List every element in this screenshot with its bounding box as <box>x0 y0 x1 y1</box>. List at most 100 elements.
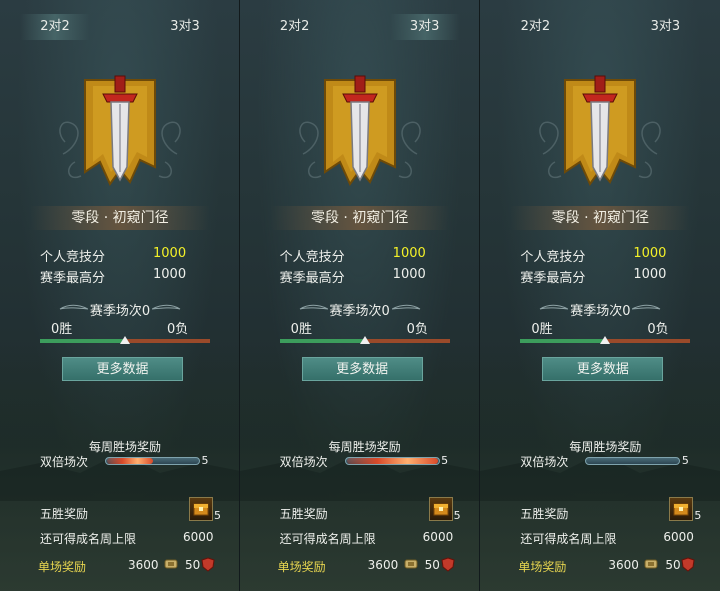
shield-icon <box>441 557 455 572</box>
background-scenery <box>239 351 480 591</box>
double-count-badge: 5 <box>196 453 214 469</box>
personal-score-label: 个人竞技分 <box>40 250 106 265</box>
loss-bar-segment <box>364 339 450 343</box>
tab-2v2[interactable]: 2对2 <box>260 14 330 40</box>
ornament-right-icon <box>152 304 181 310</box>
win-bar-segment <box>40 339 125 343</box>
chest-glyph-icon <box>193 503 209 516</box>
chest-count: 5 <box>453 509 461 522</box>
coin-icon <box>644 559 658 569</box>
weekly-fame-cap-value: 6000 <box>422 530 454 544</box>
win-bar-segment <box>279 339 365 343</box>
more-data-button[interactable]: 更多数据 <box>301 357 423 381</box>
reward-chest-icon[interactable]: 5 <box>428 497 461 522</box>
personal-score-value: 1000 <box>392 246 426 261</box>
single-match-reward-label: 单场奖励 <box>518 560 567 574</box>
weekly-fame-cap-value: 6000 <box>663 530 694 544</box>
personal-score-row: 个人竞技分 1000 <box>40 246 200 266</box>
season-high-label: 赛季最高分 <box>40 271 106 286</box>
personal-score-label: 个人竞技分 <box>520 250 586 265</box>
single-reward-shield-value: 50 <box>424 558 440 572</box>
tab-3v3[interactable]: 3对3 <box>630 14 700 40</box>
double-matches-bar: 5 <box>585 453 695 469</box>
coin-icon <box>164 559 178 569</box>
loss-bar-segment <box>125 339 210 343</box>
season-match-count: 赛季场次0 <box>570 304 631 319</box>
rank-emblem-icon <box>298 75 421 186</box>
ornament-right-icon <box>632 304 661 310</box>
single-reward-shield-value: 50 <box>185 558 201 572</box>
chest-count: 5 <box>694 509 702 522</box>
win-count: 0胜 <box>51 322 73 337</box>
background-scenery <box>0 351 239 591</box>
win-count: 0胜 <box>531 322 553 337</box>
double-matches-label: 双倍场次 <box>520 455 569 469</box>
ornament-right-icon <box>391 304 420 310</box>
shield-icon <box>681 557 695 572</box>
weekly-fame-cap-label: 还可得成名周上限 <box>40 532 137 546</box>
double-matches-bar: 5 <box>344 453 455 469</box>
personal-score-row: 个人竞技分 1000 <box>520 246 680 266</box>
double-count-badge: 5 <box>676 453 694 469</box>
double-matches-bar: 5 <box>105 453 215 469</box>
win-loss-bar <box>520 336 691 344</box>
double-matches-label: 双倍场次 <box>279 455 328 469</box>
single-reward-coin-value: 3600 <box>128 558 159 572</box>
tab-3v3[interactable]: 3对3 <box>389 14 460 40</box>
weekly-fame-cap-label: 还可得成名周上限 <box>520 532 617 546</box>
five-win-reward-label: 五胜奖励 <box>279 507 328 521</box>
coin-icon <box>404 559 418 569</box>
double-bar-track <box>585 457 681 465</box>
loss-count: 0负 <box>167 322 189 337</box>
tab-2v2[interactable]: 2对2 <box>500 14 570 40</box>
tab-3v3[interactable]: 3对3 <box>150 14 220 40</box>
chest-glyph-icon <box>673 503 689 516</box>
season-high-label: 赛季最高分 <box>279 271 345 286</box>
season-high-value: 1000 <box>392 267 426 282</box>
weekly-fame-cap-label: 还可得成名周上限 <box>279 532 376 546</box>
personal-score-label: 个人竞技分 <box>279 250 345 265</box>
five-win-reward-label: 五胜奖励 <box>40 507 89 521</box>
loss-count: 0负 <box>406 322 428 337</box>
season-high-row: 赛季最高分 1000 <box>520 267 680 287</box>
more-data-button[interactable]: 更多数据 <box>62 357 183 381</box>
season-high-label: 赛季最高分 <box>520 271 586 286</box>
reward-chest-icon[interactable]: 5 <box>669 497 701 522</box>
arena-panel: 2对2 3对3 零段 · 初窥门径 个人竞技分 1000 赛季最高分 1000 … <box>239 0 481 591</box>
rank-name: 零段 · 初窥门径 <box>269 206 450 230</box>
shield-icon <box>201 557 215 572</box>
win-count: 0胜 <box>290 322 312 337</box>
win-bar-segment <box>520 339 606 343</box>
win-loss-bar <box>279 336 450 344</box>
single-reward-shield-value: 50 <box>665 558 681 572</box>
season-match-count: 赛季场次0 <box>329 304 390 319</box>
arena-stage: 2对2 3对3 零段 · 初窥门径 个人竞技分 1000 赛季最高分 1000 … <box>0 0 720 591</box>
win-loss-marker-icon <box>120 336 130 344</box>
double-bar-fill <box>346 458 438 464</box>
more-data-button[interactable]: 更多数据 <box>542 357 664 381</box>
background-scenery <box>480 351 720 591</box>
personal-score-value: 1000 <box>633 246 667 261</box>
arena-panel: 2对2 3对3 零段 · 初窥门径 个人竞技分 1000 赛季最高分 1000 … <box>480 0 720 591</box>
win-loss-marker-icon <box>600 336 611 344</box>
double-matches-label: 双倍场次 <box>40 455 89 469</box>
season-high-value: 1000 <box>153 267 187 282</box>
win-loss-bar <box>40 336 210 344</box>
double-count-badge: 5 <box>436 453 454 469</box>
loss-bar-segment <box>605 339 691 343</box>
single-match-reward-label: 单场奖励 <box>38 560 87 574</box>
reward-chest-icon[interactable]: 5 <box>189 497 221 522</box>
weekly-fame-cap-value: 6000 <box>183 530 214 544</box>
rank-name: 零段 · 初窥门径 <box>30 206 210 230</box>
personal-score-value: 1000 <box>153 246 187 261</box>
rank-name: 零段 · 初窥门径 <box>510 206 691 230</box>
double-bar-fill <box>107 458 153 464</box>
rank-emblem-icon <box>59 75 181 186</box>
rank-emblem-icon <box>539 75 662 186</box>
season-high-row: 赛季最高分 1000 <box>40 267 200 287</box>
tab-2v2[interactable]: 2对2 <box>20 14 90 40</box>
single-match-reward-label: 单场奖励 <box>277 560 326 574</box>
chest-count: 5 <box>214 509 221 522</box>
single-reward-coin-value: 3600 <box>608 558 639 572</box>
arena-panel: 2对2 3对3 零段 · 初窥门径 个人竞技分 1000 赛季最高分 1000 … <box>0 0 240 591</box>
